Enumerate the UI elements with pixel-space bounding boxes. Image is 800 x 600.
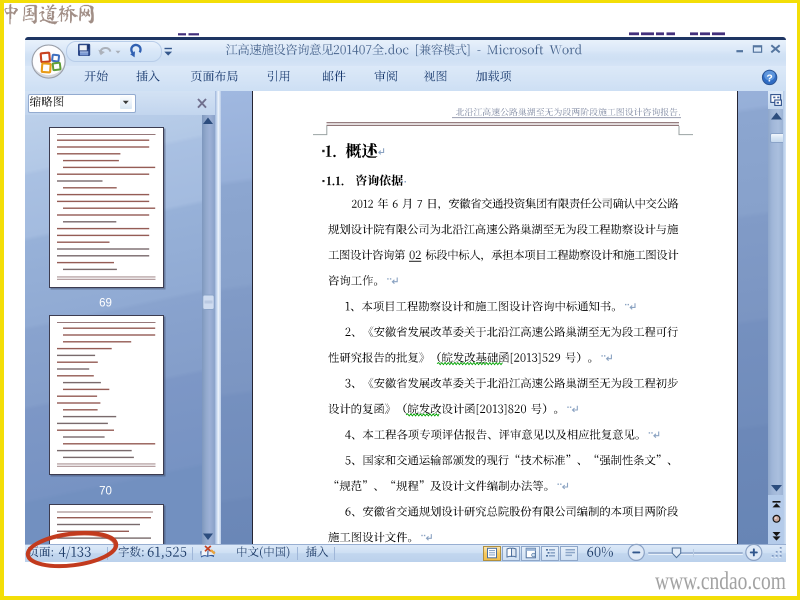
svg-text:69: 69 <box>99 298 112 310</box>
svg-text:?: ? <box>766 72 772 84</box>
svg-text:70: 70 <box>99 486 112 498</box>
